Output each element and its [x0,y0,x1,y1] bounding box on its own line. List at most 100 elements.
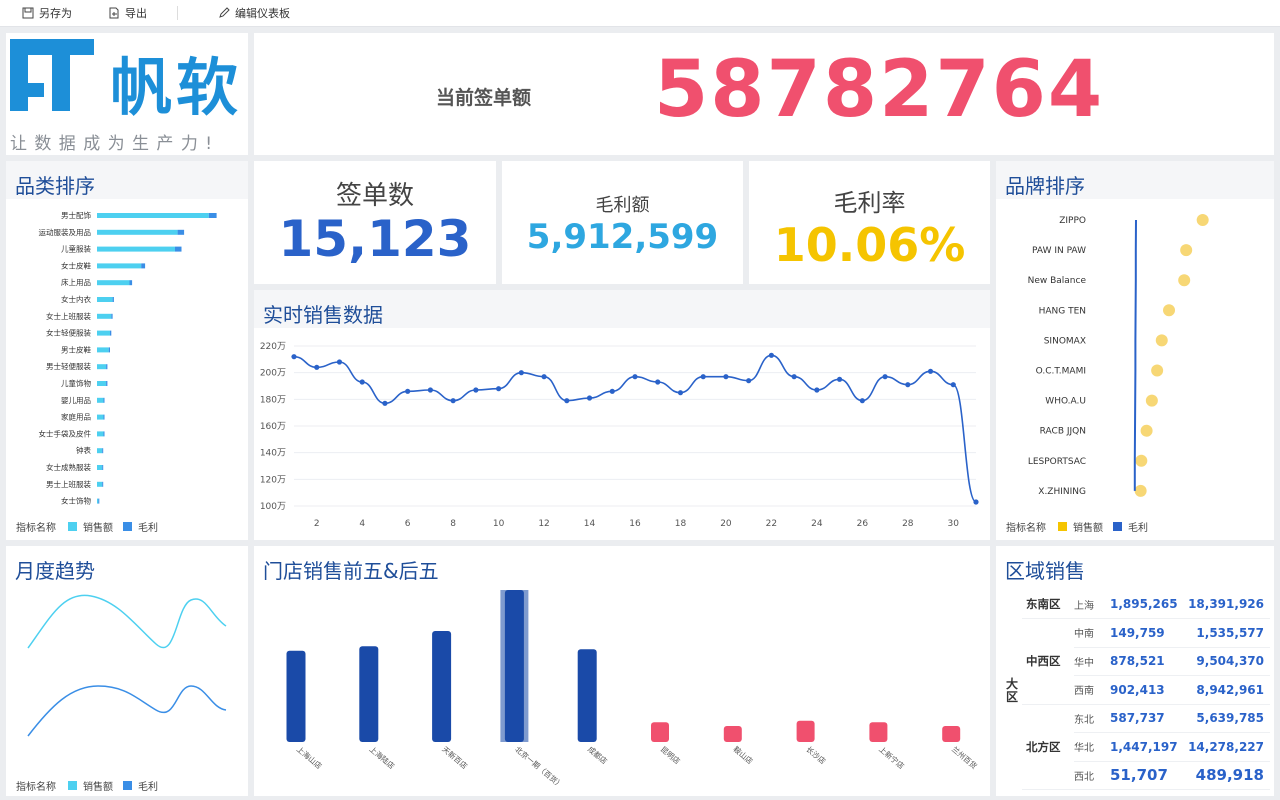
profit-kpi-card: 毛利额 5,912,599 [502,161,743,284]
category-label: 儿童饰物 [61,378,91,388]
category-sales-bar [97,246,175,252]
category-profit-bar [129,280,133,286]
realtime-point [473,387,479,393]
headline-label: 当前签单额 [436,87,532,109]
realtime-point [564,398,570,404]
brand-profit-swatch [1113,522,1122,531]
save-as-button[interactable]: 另存为 [22,5,72,21]
category-label: 运动服装及用品 [39,227,92,237]
realtime-x-tick: 24 [811,519,823,529]
realtime-point [586,395,593,401]
monthly-title: 月度趋势 [6,546,248,584]
brand-sales-point [1196,214,1209,226]
realtime-point [905,382,911,388]
brand-label: X.ZHINING [1038,487,1086,497]
monthly-profit-swatch [123,781,132,790]
category-legend-sales: 销售额 [83,523,113,534]
region-sales-value: 1,447,197 [1110,739,1178,754]
realtime-x-tick: 26 [857,519,869,529]
realtime-point [791,374,797,380]
brand-label: RACB JJQN [1040,427,1086,437]
category-label: 婴儿用品 [61,396,91,405]
category-rank-title: 品类排序 [6,161,248,199]
store-bar [651,722,669,742]
realtime-title: 实时销售数据 [254,290,990,328]
realtime-point [632,374,638,380]
category-label: 女士手袋及皮件 [39,428,92,438]
category-label: 女士内衣 [61,294,91,304]
realtime-point [746,378,752,384]
fanruan-logo-icon [10,39,94,111]
realtime-point [382,400,388,406]
profit-label: 毛利额 [595,195,650,216]
realtime-point [496,386,502,392]
logo-slogan: 让 数 据 成 为 生 产 力 ! [10,134,214,154]
region-profit-value: 18,391,926 [1188,597,1264,611]
brand-label: O.C.T.MAMI [1036,367,1086,377]
region-city: 中南 [1074,629,1094,641]
brand-sales-point [1178,274,1191,287]
category-profit-bar [106,381,108,386]
realtime-x-tick: 20 [720,519,732,529]
category-label: 家庭用品 [61,412,91,422]
realtime-y-tick: 220万 [260,342,286,352]
category-profit-bar [102,481,104,487]
store-label: 上新宁店 [877,744,907,771]
export-button[interactable]: 导出 [108,5,147,21]
region-table: 东南区 上海 1,895,265 18,391,926 中西区 中南 149,759 1,53… [1022,590,1270,790]
category-rank-card: 品类排序 男士配饰 运动服装及用品 儿童服装 女士皮鞋 床上用品 女士内衣 女士上班服装 女士… [6,161,248,540]
realtime-point [405,388,411,394]
realtime-point [541,374,547,380]
realtime-y-tick: 200万 [260,369,286,379]
region-sales-value: 587,737 [1110,711,1165,726]
category-profit-bar [141,263,146,269]
realtime-point [973,499,979,505]
realtime-y-tick: 120万 [260,475,286,485]
store-label: 成都店 [586,744,610,766]
realtime-y-tick: 180万 [260,395,286,405]
category-label: 女士饰物 [61,496,91,506]
brand-profit-line [1133,219,1137,491]
realtime-x-tick: 30 [948,519,960,529]
edit-dashboard-button[interactable]: 编辑仪表板 [218,5,290,21]
category-label: 儿童服装 [61,244,91,254]
brand-label: PAW IN PAW [1032,246,1086,256]
region-sales-value: 51,707 [1110,766,1168,785]
monthly-legend-profit: 毛利 [138,782,158,793]
realtime-point [927,368,934,374]
realtime-point [427,387,433,393]
realtime-point [450,398,456,404]
category-profit-bar [208,213,217,218]
realtime-x-tick: 6 [405,519,411,529]
region-group-name: 东南区 [1026,597,1061,611]
region-group-name: 北方区 [1026,739,1061,754]
edit-dashboard-label: 编辑仪表板 [235,7,290,20]
brand-legend-profit: 毛利 [1128,523,1148,534]
margin-label: 毛利率 [833,189,906,217]
brand-sales-point [1140,424,1153,437]
orders-value: 15,123 [278,210,472,268]
brand-label: HANG TEN [1039,306,1086,316]
toolbar-divider [177,6,178,20]
save-icon [22,7,34,19]
region-profit-value: 5,639,785 [1196,711,1264,726]
realtime-y-tick: 140万 [260,449,286,459]
store-bar [942,726,961,742]
sales-swatch [68,522,77,531]
brand-sales-point [1134,484,1147,497]
realtime-point [859,398,865,404]
category-sales-bar [97,297,113,302]
stores-bar-chart: 上海山店 上海陆店 天新百店 北京一期（百货） 成都店 昆明店 鞍山店 长沙店 上新宁店 兰州百货 [286,590,980,790]
category-sales-bar [97,330,110,336]
region-group-name: 中西区 [1026,654,1061,669]
category-sales-bar [97,448,103,454]
region-city: 华中 [1074,657,1094,669]
realtime-point [609,388,615,394]
region-profit-value: 8,942,961 [1196,682,1264,697]
logo-name: 帆软 [110,51,243,124]
category-sales-bar [97,498,99,504]
realtime-x-tick: 14 [584,519,596,529]
store-label: 上海陆店 [368,744,398,771]
toolbar: 另存为 导出 编辑仪表板 [0,0,1280,27]
category-sales-bar [97,347,109,353]
